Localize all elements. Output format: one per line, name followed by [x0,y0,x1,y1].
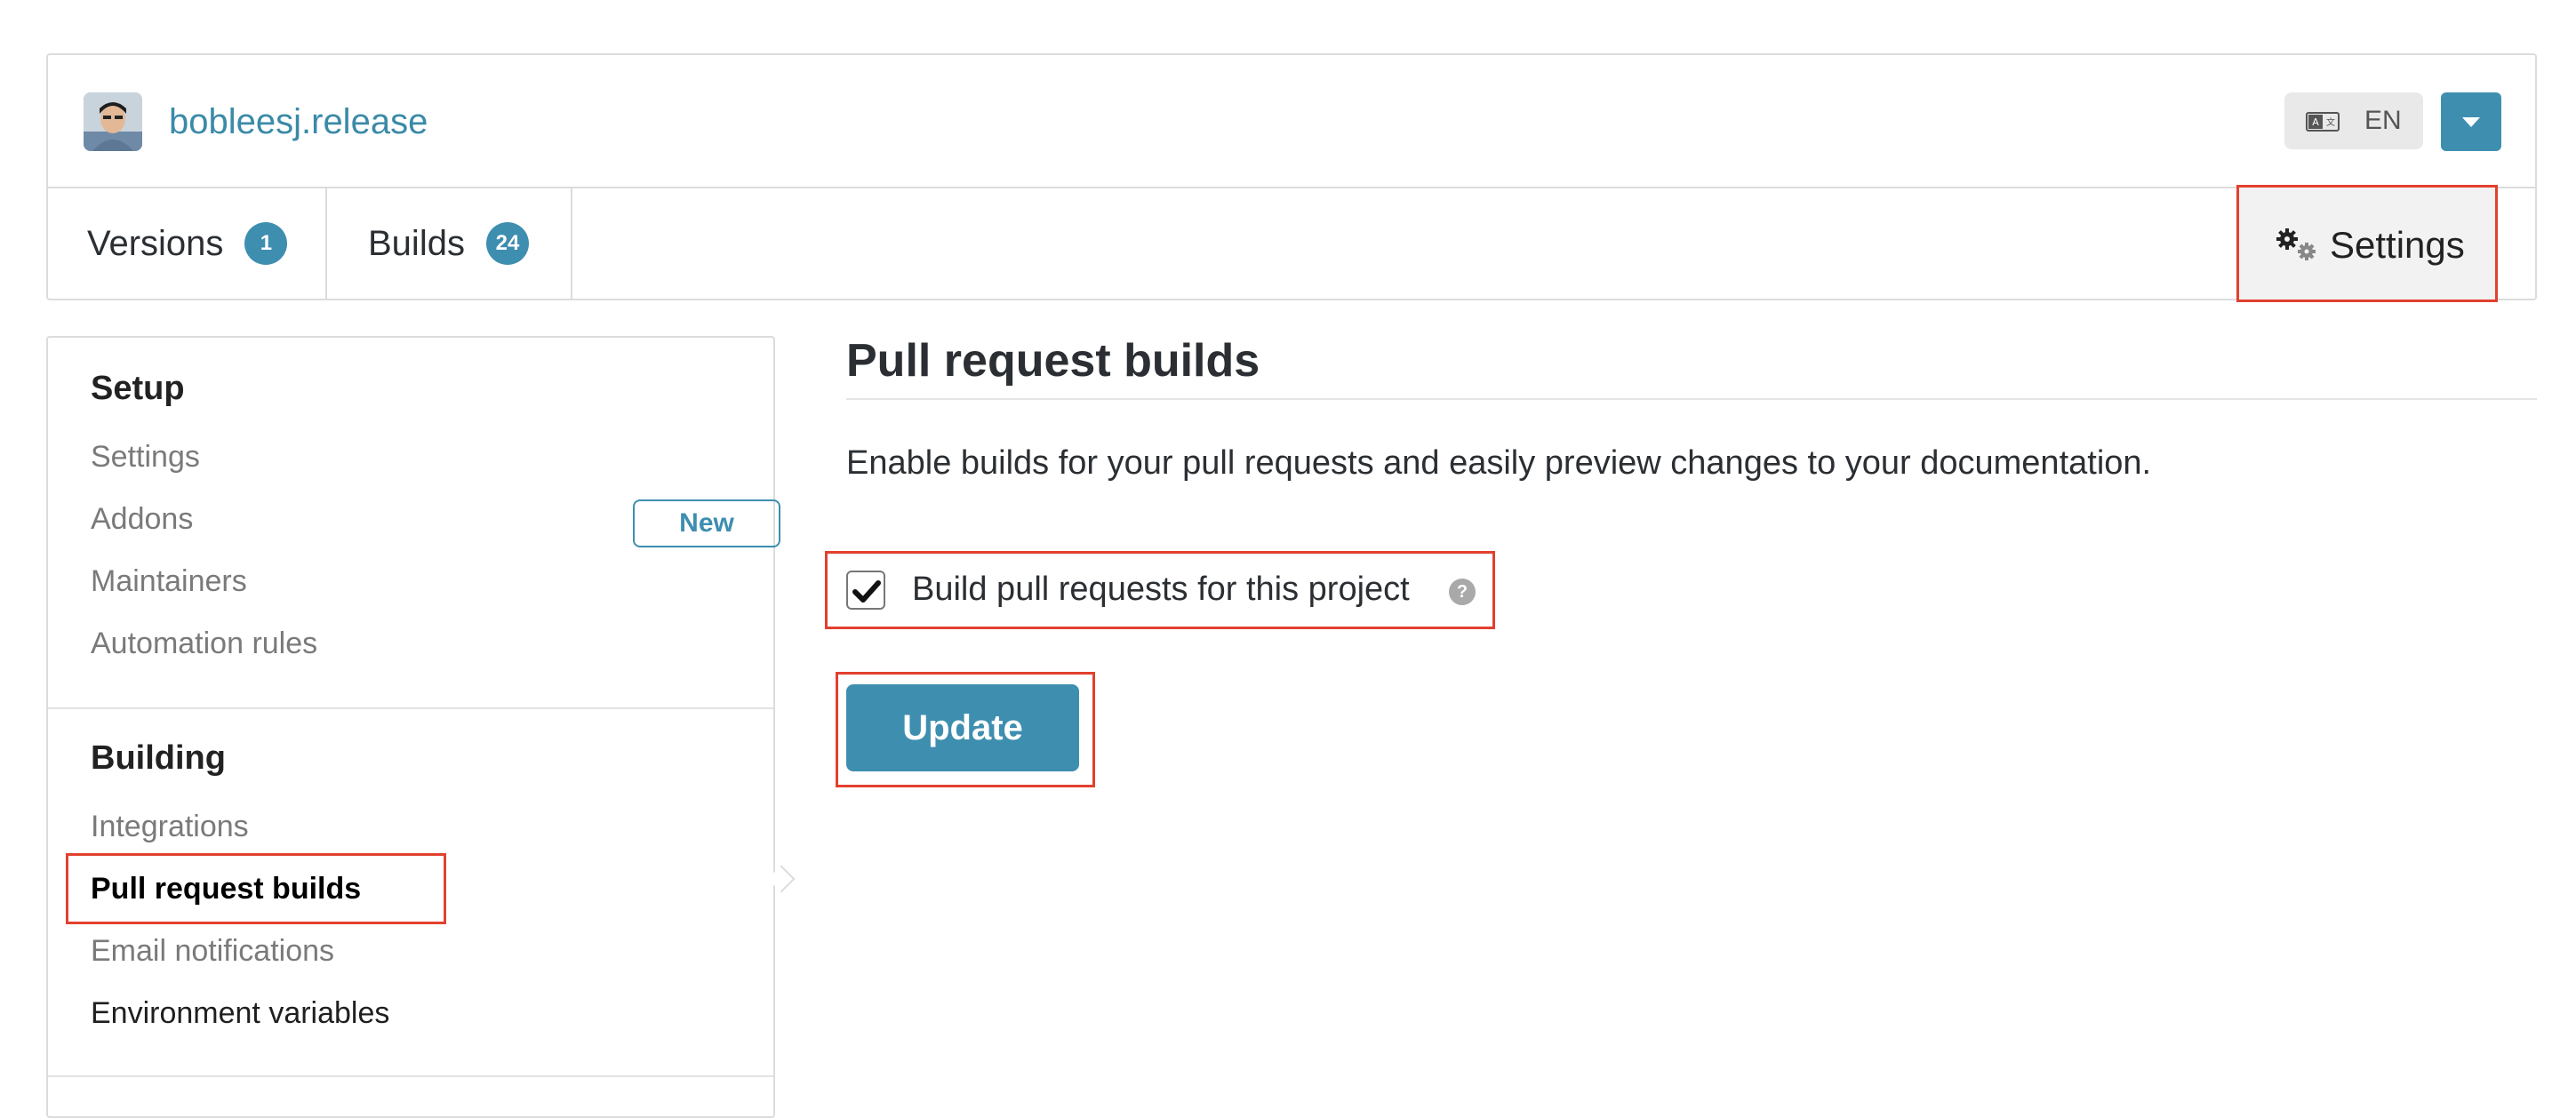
language-selector[interactable]: A 文 EN [2284,92,2423,149]
page-description: Enable builds for your pull requests and… [846,444,2152,482]
build-pull-requests-checkbox[interactable] [846,571,885,610]
svg-text:文: 文 [2326,116,2335,128]
build-pull-requests-label[interactable]: Build pull requests for this project [912,569,1410,610]
versions-count-badge: 1 [244,222,288,265]
sidebar-item-maintainers[interactable]: Maintainers [91,563,247,599]
sidebar-active-pointer [767,865,796,893]
avatar[interactable] [84,92,142,151]
project-title-bar: bobleesj.release A 文 EN [48,55,2535,188]
gears-icon [2276,228,2316,260]
project-tabs: Versions 1 Builds 24 [48,188,2535,300]
project-menu-dropdown-button[interactable] [2441,92,2501,151]
sidebar-item-integrations[interactable]: Integrations [91,809,249,844]
page-title: Pull request builds [846,335,1260,387]
new-badge: New [633,499,780,547]
sidebar-item-automation-rules[interactable]: Automation rules [91,626,317,661]
sidebar-section-building: Building [91,739,226,777]
tab-versions-label: Versions [87,223,224,263]
sidebar-item-addons[interactable]: Addons [91,501,193,537]
sidebar-section-setup: Setup [91,370,185,407]
title-divider [846,398,2537,400]
language-code: EN [2364,106,2402,135]
project-name-link[interactable]: bobleesj.release [169,98,428,146]
settings-sidebar: Setup Settings Addons New Maintainers Au… [46,336,796,1118]
sidebar-item-settings[interactable]: Settings [91,439,200,475]
checkmark-icon [852,580,881,603]
sidebar-item-pull-request-builds[interactable]: Pull request builds [91,871,361,906]
tab-builds[interactable]: Builds 24 [327,188,572,299]
project-header: bobleesj.release A 文 EN Versions 1 Build… [46,53,2537,300]
builds-count-badge: 24 [485,222,529,265]
sidebar-divider [48,1075,773,1077]
sidebar-item-environment-variables[interactable]: Environment variables [91,995,389,1031]
help-icon[interactable]: ? [1449,579,1476,605]
tab-builds-label: Builds [368,223,465,263]
sidebar-item-email-notifications[interactable]: Email notifications [91,933,334,969]
language-icon: A 文 [2306,112,2340,132]
svg-text:A: A [2312,116,2319,128]
update-button[interactable]: Update [846,684,1079,771]
tab-settings[interactable]: Settings [2236,185,2498,302]
tab-versions[interactable]: Versions 1 [48,188,327,299]
sidebar-divider [48,707,773,709]
tab-settings-label: Settings [2330,224,2465,266]
caret-down-icon [2462,117,2480,127]
